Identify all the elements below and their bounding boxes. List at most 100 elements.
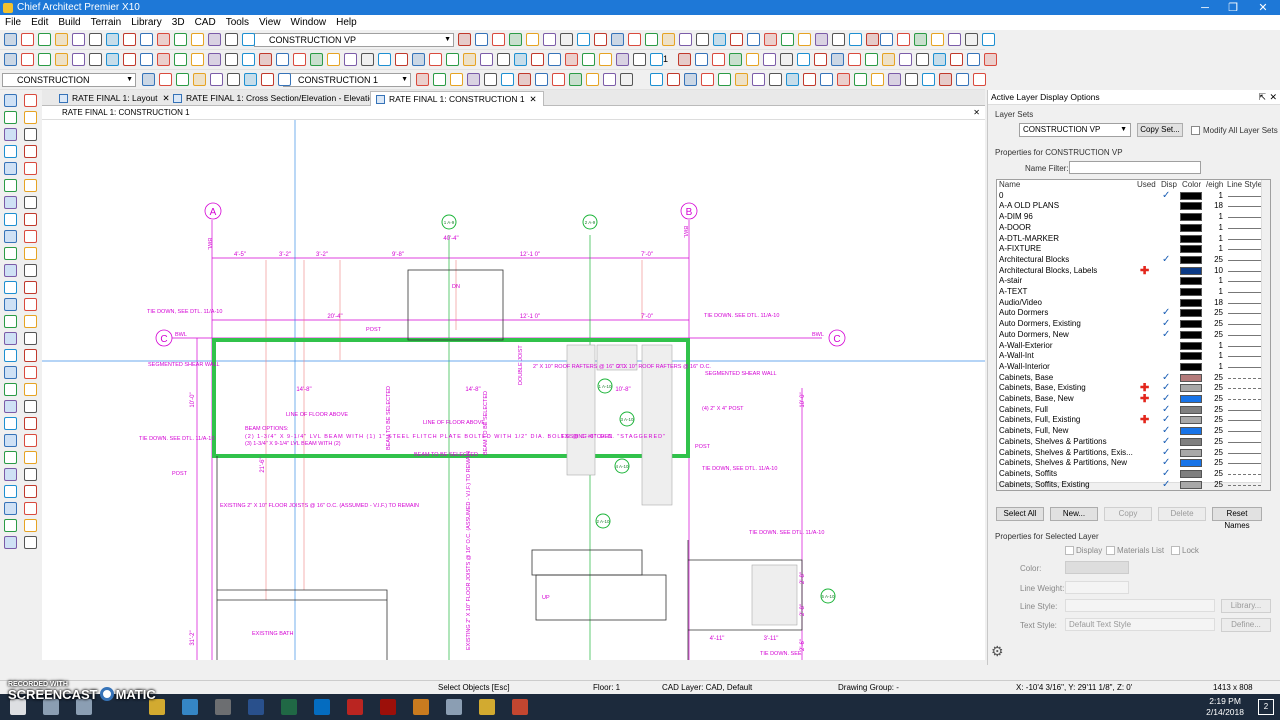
layer-row[interactable]: A-A OLD PLANS 18 xyxy=(997,201,1262,212)
layer-color-swatch[interactable] xyxy=(1180,277,1202,286)
zoom-in-icon[interactable] xyxy=(4,94,17,107)
layer-icon[interactable] xyxy=(293,53,306,66)
layer-color-swatch[interactable] xyxy=(1180,330,1202,339)
select-icon[interactable] xyxy=(914,33,927,46)
used-plus-icon[interactable]: ✚ xyxy=(1140,415,1149,426)
gear-icon[interactable]: ⚙ xyxy=(991,643,1004,660)
excel-icon[interactable] xyxy=(281,699,297,715)
save-icon[interactable] xyxy=(849,33,862,46)
stair-icon[interactable] xyxy=(191,53,204,66)
word-icon[interactable] xyxy=(248,699,264,715)
grid-icon[interactable] xyxy=(24,417,37,430)
wall-icon[interactable] xyxy=(931,33,944,46)
select-icon[interactable] xyxy=(412,53,425,66)
window-icon[interactable] xyxy=(157,33,170,46)
door-icon[interactable] xyxy=(645,33,658,46)
layer-color-swatch[interactable] xyxy=(1180,223,1202,232)
pdf-icon[interactable] xyxy=(380,699,396,715)
fill-window-icon[interactable] xyxy=(24,281,37,294)
display-checkbox[interactable] xyxy=(1065,546,1074,555)
zoom-icon[interactable] xyxy=(276,53,289,66)
save-icon[interactable] xyxy=(38,53,51,66)
layer-set-select[interactable]: CONSTRUCTION VP ▼ xyxy=(1019,123,1131,137)
window-icon[interactable] xyxy=(416,73,429,86)
dimension-icon[interactable] xyxy=(865,53,878,66)
print-icon[interactable] xyxy=(55,33,68,46)
save-icon[interactable] xyxy=(344,53,357,66)
layer-icon[interactable] xyxy=(599,53,612,66)
layer-color-swatch[interactable] xyxy=(1180,437,1202,446)
text-icon[interactable] xyxy=(837,73,850,86)
menu-help[interactable]: Help xyxy=(331,17,362,28)
grid-icon[interactable] xyxy=(24,247,37,260)
wall-icon[interactable] xyxy=(429,53,442,66)
security-icon[interactable] xyxy=(479,699,495,715)
layer-color-swatch[interactable] xyxy=(1180,427,1202,436)
layer-color-swatch[interactable] xyxy=(1180,245,1202,254)
layer-row[interactable]: Cabinets, Soffits, Existing ✓ 25 xyxy=(997,480,1262,490)
display-check-icon[interactable]: ✓ xyxy=(1162,330,1170,341)
layer-row[interactable]: A-DOOR 1 xyxy=(997,223,1262,234)
layer-color-swatch[interactable] xyxy=(1180,202,1202,211)
new-icon[interactable] xyxy=(888,73,901,86)
select-icon[interactable] xyxy=(4,383,17,396)
line-icon[interactable] xyxy=(24,213,37,226)
polyline-icon[interactable] xyxy=(4,162,17,175)
text-icon[interactable] xyxy=(518,73,531,86)
window-icon[interactable] xyxy=(662,33,675,46)
new-layer-button[interactable]: New... xyxy=(1050,507,1098,521)
layer-line-style[interactable] xyxy=(1228,356,1261,358)
undo-icon[interactable] xyxy=(210,73,223,86)
select-icon[interactable] xyxy=(4,298,17,311)
dimension-icon[interactable] xyxy=(820,73,833,86)
layer-row[interactable]: Auto Dormers ✓ 25 xyxy=(997,308,1262,319)
layer-line-style[interactable] xyxy=(1228,431,1261,433)
door-icon[interactable] xyxy=(718,73,731,86)
dimension-icon[interactable] xyxy=(548,53,561,66)
print-icon[interactable] xyxy=(361,53,374,66)
roof-icon[interactable] xyxy=(514,53,527,66)
camera-icon[interactable] xyxy=(803,73,816,86)
dimension-icon[interactable] xyxy=(501,73,514,86)
line-icon[interactable] xyxy=(24,468,37,481)
zoom-in-icon[interactable] xyxy=(4,434,17,447)
roof-icon[interactable] xyxy=(208,53,221,66)
redo-icon[interactable] xyxy=(89,33,102,46)
zoom-in-icon[interactable] xyxy=(4,519,17,532)
dimension-icon[interactable] xyxy=(242,53,255,66)
new-icon[interactable] xyxy=(142,73,155,86)
layer-color-swatch[interactable] xyxy=(1180,266,1202,275)
camera-icon[interactable] xyxy=(531,53,544,66)
layer-row[interactable]: Cabinets, Base, New ✚ ✓ 25 xyxy=(997,394,1262,405)
save-icon[interactable] xyxy=(922,73,935,86)
layer-row[interactable]: Auto Dormers, Existing ✓ 25 xyxy=(997,319,1262,330)
text-style-select[interactable]: Default Text Style xyxy=(1065,618,1215,631)
display-check-icon[interactable]: ✓ xyxy=(1162,405,1170,416)
layer-row[interactable]: Cabinets, Full ✓ 25 xyxy=(997,405,1262,416)
redo-icon[interactable] xyxy=(227,73,240,86)
layer-line-style[interactable] xyxy=(1228,313,1261,315)
pan-icon[interactable] xyxy=(4,196,17,209)
wall-icon[interactable] xyxy=(628,33,641,46)
grid-icon[interactable] xyxy=(24,502,37,515)
layer-line-style[interactable] xyxy=(1228,227,1261,229)
lock-checkbox[interactable] xyxy=(1171,546,1180,555)
print-icon[interactable] xyxy=(984,53,997,66)
select-icon[interactable] xyxy=(106,33,119,46)
cabinet-icon[interactable] xyxy=(433,73,446,86)
zoom-icon[interactable] xyxy=(582,53,595,66)
system-clock[interactable]: 2:19 PM 2/14/2018 xyxy=(1206,696,1244,718)
layer-color-swatch[interactable] xyxy=(1180,341,1202,350)
calculator-icon[interactable] xyxy=(215,699,231,715)
layer-combo[interactable]: CONSTRUCTION ▼ xyxy=(2,73,136,87)
menu-window[interactable]: Window xyxy=(286,17,332,28)
tab-construction[interactable]: RATE FINAL 1: CONSTRUCTION 1 ✕ xyxy=(370,91,544,106)
fill-window-icon[interactable] xyxy=(24,451,37,464)
zoom-out-icon[interactable] xyxy=(24,264,37,277)
layer-row[interactable]: A-Wall-Int 1 xyxy=(997,351,1262,362)
open-icon[interactable] xyxy=(526,33,539,46)
display-check-icon[interactable]: ✓ xyxy=(1162,458,1170,469)
floor-plan-drawing[interactable]: A B C C 4'-5" 3'-2" 3'-2" 9'-8" 12'-1 0"… xyxy=(42,120,985,660)
layer-color-swatch[interactable] xyxy=(1180,255,1202,264)
zoom-icon[interactable] xyxy=(535,73,548,86)
